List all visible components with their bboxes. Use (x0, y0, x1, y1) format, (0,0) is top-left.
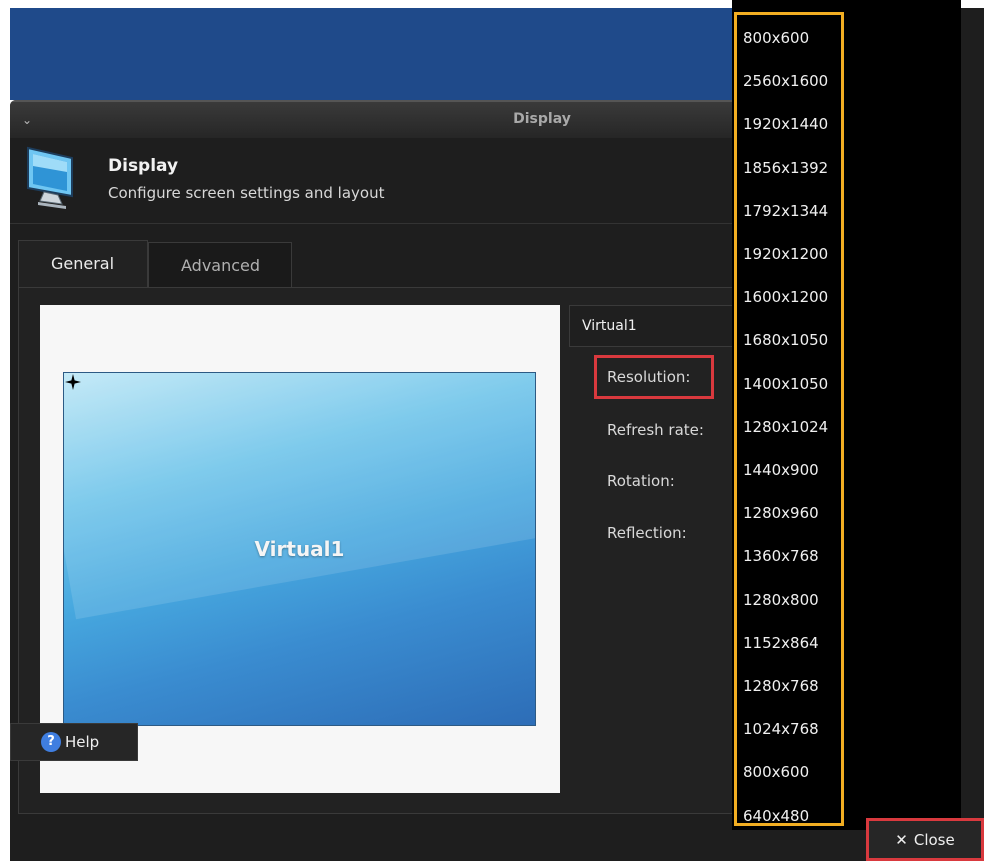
refresh-rate-label: Refresh rate: (607, 421, 704, 439)
resolution-option[interactable]: 1600x1200 (743, 288, 828, 306)
monitor-label: Virtual1 (254, 537, 345, 561)
resolution-option[interactable]: 1680x1050 (743, 331, 828, 349)
star-icon (65, 374, 81, 390)
resolution-option[interactable]: 2560x1600 (743, 72, 828, 90)
resolution-option[interactable]: 1920x1200 (743, 245, 828, 263)
help-button[interactable]: ? Help (10, 723, 138, 761)
resolution-option[interactable]: 1280x1024 (743, 418, 828, 436)
help-icon: ? (41, 732, 61, 752)
help-label: Help (65, 733, 100, 751)
resolution-highlight (594, 355, 714, 399)
resolution-option[interactable]: 1280x960 (743, 504, 819, 522)
resolution-option[interactable]: 800x600 (743, 29, 809, 47)
header-title: Display (108, 156, 179, 176)
close-button[interactable]: ✕ Close (866, 818, 984, 861)
resolution-option[interactable]: 1152x864 (743, 634, 819, 652)
close-label: Close (913, 831, 955, 849)
resolution-option[interactable]: 640x480 (743, 807, 809, 825)
desktop-margin (0, 100, 10, 861)
monitor-icon (27, 146, 73, 209)
display-preview-area[interactable]: Virtual1 (40, 305, 560, 793)
tab-general[interactable]: General (18, 240, 148, 288)
resolution-option[interactable]: 800x600 (743, 763, 809, 781)
resolution-option[interactable]: 1920x1440 (743, 115, 828, 133)
resolution-option[interactable]: 1440x900 (743, 461, 819, 479)
resolution-option[interactable]: 1400x1050 (743, 375, 828, 393)
resolution-option[interactable]: 1280x768 (743, 677, 819, 695)
monitor-sheen (64, 373, 535, 620)
resolution-option[interactable]: 1280x800 (743, 591, 819, 609)
tab-advanced[interactable]: Advanced (148, 242, 292, 288)
reflection-label: Reflection: (607, 524, 687, 542)
close-icon: ✕ (895, 831, 908, 849)
rotation-label: Rotation: (607, 472, 675, 490)
header-subtitle: Configure screen settings and layout (108, 184, 385, 202)
resolution-option[interactable]: 1024x768 (743, 720, 819, 738)
resolution-option[interactable]: 1856x1392 (743, 159, 828, 177)
monitor-preview[interactable]: Virtual1 (63, 372, 536, 726)
resolution-options-list[interactable]: 800x600 2560x1600 1920x1440 1856x1392 1792x1… (734, 12, 844, 826)
window-right-edge (961, 8, 984, 828)
resolution-option[interactable]: 1792x1344 (743, 202, 828, 220)
resolution-option[interactable]: 1360x768 (743, 547, 819, 565)
